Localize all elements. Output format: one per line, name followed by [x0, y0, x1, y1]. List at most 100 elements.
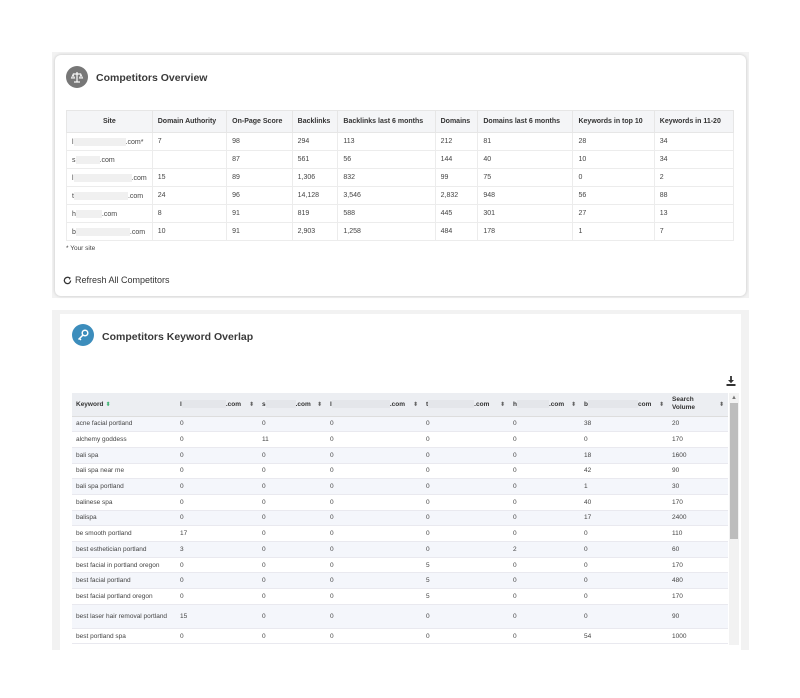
sort-icon[interactable]: ⬍	[659, 401, 664, 408]
competitor-column-header[interactable]: s .com ⬍	[258, 393, 326, 417]
overlap-value-cell: 18	[580, 447, 668, 464]
scroll-up-arrow-icon[interactable]: ▲	[729, 393, 739, 402]
overview-title: Competitors Overview	[96, 72, 208, 84]
download-button[interactable]	[725, 374, 737, 386]
refresh-all-competitors-button[interactable]: Refresh All Competitors	[63, 275, 170, 285]
overlap-value-cell: 0	[258, 604, 326, 629]
keyword-cell: best portland spa	[72, 628, 176, 645]
overview-cell: 832	[337, 168, 436, 187]
competitor-site-link[interactable]: l.com*	[66, 132, 153, 151]
scale-icon	[66, 66, 88, 88]
competitor-row: l.com*798294113212812834	[66, 132, 735, 151]
overview-cell: 948	[477, 186, 574, 205]
overlap-value-cell: 0	[580, 541, 668, 558]
sort-icon[interactable]: ⬍	[317, 401, 322, 408]
overlap-value-cell: 0	[176, 557, 258, 574]
sort-icon[interactable]: ⬍	[413, 401, 418, 408]
column-header: Domains	[434, 110, 479, 133]
keyword-row: bali spa 0 0 0 0 0 18 1600	[72, 447, 728, 464]
overlap-value-cell: 0	[580, 588, 668, 605]
keyword-cell: bali spa	[72, 447, 176, 464]
overlap-value-cell: 11	[258, 431, 326, 448]
competitor-site-link[interactable]: t.com	[66, 186, 153, 205]
overview-cell: 14,128	[291, 186, 339, 205]
competitor-site-link[interactable]: b .com	[66, 222, 153, 241]
redacted-domain	[75, 209, 102, 218]
overlap-value-cell: 170	[668, 557, 728, 574]
overlap-value-cell: 17	[580, 510, 668, 527]
overlap-value-cell: 1	[580, 478, 668, 495]
scrollbar-thumb[interactable]	[730, 403, 738, 539]
overlap-value-cell: 0	[580, 525, 668, 542]
overview-header-row: Site Domain Authority On-Page Score Back…	[66, 110, 735, 133]
overlap-value-cell: 0	[509, 494, 580, 511]
overlap-value-cell: 0	[422, 604, 509, 629]
overlap-value-cell: 0	[326, 557, 422, 574]
column-header: Backlinks last 6 months	[337, 110, 436, 133]
overlap-value-cell: 0	[258, 416, 326, 433]
competitor-column-header[interactable]: h .com ⬍	[509, 393, 580, 417]
competitor-column-header[interactable]: b com ⬍	[580, 393, 668, 417]
overview-cell: 75	[477, 168, 574, 187]
overview-cell: 24	[151, 186, 228, 205]
keyword-column-header[interactable]: Keyword ⬍	[72, 393, 176, 417]
overview-cell: 144	[434, 150, 479, 169]
overlap-value-cell: 0	[176, 510, 258, 527]
overlap-value-cell: 0	[258, 494, 326, 511]
competitor-site-link[interactable]: l.com	[66, 168, 153, 187]
overlap-value-cell: 0	[422, 416, 509, 433]
download-icon	[726, 376, 736, 386]
overlap-value-cell: 0	[422, 463, 509, 480]
overlap-value-cell: 40	[580, 494, 668, 511]
overview-cell: 294	[291, 132, 339, 151]
overlap-value-cell: 90	[668, 604, 728, 629]
sort-icon[interactable]: ⬍	[500, 401, 505, 408]
overview-cell: 819	[291, 204, 339, 223]
overlap-value-cell: 0	[258, 572, 326, 590]
keyword-cell: best esthetician portland	[72, 541, 176, 558]
overlap-value-cell: 0	[422, 510, 509, 527]
sort-icon[interactable]: ⬍	[571, 401, 576, 408]
competitor-site-link[interactable]: s .com	[66, 150, 153, 169]
overlap-value-cell: 0	[326, 628, 422, 645]
sort-icon[interactable]: ⬍	[719, 401, 724, 408]
competitor-column-header[interactable]: l.com⬍	[326, 393, 422, 417]
overlap-value-cell: 0	[176, 572, 258, 590]
overview-cell: 10	[151, 222, 228, 241]
keyword-cell: best facial portland	[72, 572, 176, 590]
redacted-domain	[331, 400, 390, 409]
competitor-column-header[interactable]: l.com⬍	[176, 393, 258, 417]
overview-cell: 3,546	[337, 186, 436, 205]
keyword-row: best esthetician portland 3 0 0 0 2 0 60	[72, 541, 728, 558]
overlap-value-cell: 170	[668, 494, 728, 511]
redacted-domain	[181, 400, 226, 409]
sort-icon[interactable]: ⬍	[249, 401, 254, 408]
overlap-value-cell: 0	[422, 447, 509, 464]
competitor-column-header[interactable]: t .com ⬍	[422, 393, 509, 417]
column-header: Keywords in top 10	[572, 110, 655, 133]
keyword-overlap-scroll-area[interactable]: Keyword⬍l.com⬍s.com⬍l.com⬍t.com⬍h.com⬍bc…	[72, 393, 740, 645]
overlap-value-cell: 0	[258, 541, 326, 558]
overlap-value-cell: 0	[326, 416, 422, 433]
overlap-value-cell: 2400	[668, 510, 728, 527]
overview-cell: 2,903	[291, 222, 339, 241]
redacted-domain	[73, 191, 128, 200]
sort-icon[interactable]: ⬍	[105, 401, 110, 408]
overlap-value-cell: 54	[580, 628, 668, 645]
keyword-row: best facial portland 0 0 0 5 0 0 480	[72, 572, 728, 590]
redacted-domain	[428, 400, 475, 409]
overlap-value-cell: 0	[258, 588, 326, 605]
competitor-site-link[interactable]: h .com	[66, 204, 153, 223]
vertical-scrollbar[interactable]: ▲	[729, 393, 739, 645]
overview-cell: 56	[572, 186, 655, 205]
search-volume-column-header[interactable]: Search Volume ⬍	[668, 393, 728, 417]
keyword-cell: acne facial portland	[72, 416, 176, 433]
overlap-value-cell: 0	[326, 588, 422, 605]
your-site-note: * Your site	[66, 245, 96, 252]
overview-cell: 88	[653, 186, 735, 205]
overview-cell: 484	[434, 222, 479, 241]
redacted-domain	[265, 400, 296, 409]
overlap-value-cell: 30	[668, 478, 728, 495]
overview-cell: 91	[226, 204, 293, 223]
column-header: Domain Authority	[151, 110, 228, 133]
